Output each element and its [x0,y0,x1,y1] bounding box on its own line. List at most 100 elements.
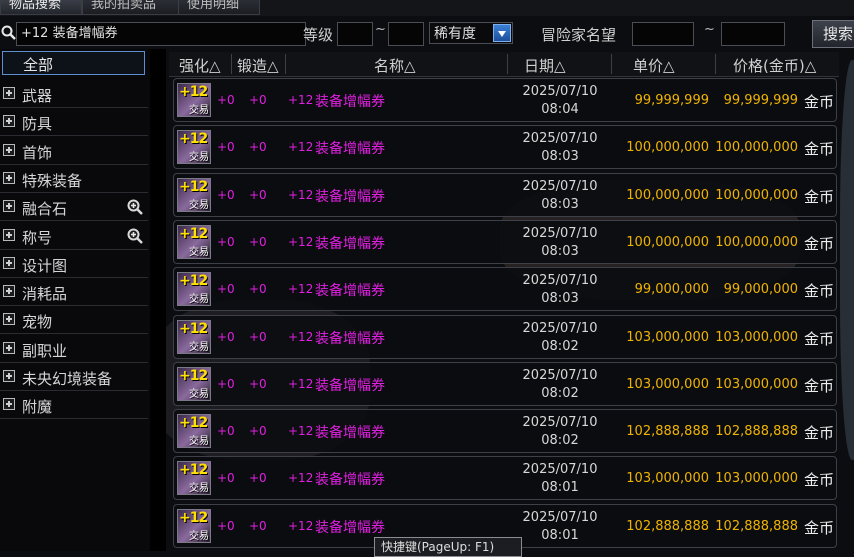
expand-plus-icon[interactable] [3,115,15,128]
sidebar-item[interactable]: 副职业 [0,336,148,363]
expand-plus-icon[interactable] [3,256,15,269]
sidebar-item[interactable]: 称号 [0,223,148,250]
table-row[interactable]: +12 交易 +0 +0 +12 装备增幅券 2025/07/10 08:03 99,000,0… [173,267,837,312]
icon-level-text: +12 [179,84,208,100]
table-row[interactable]: +12 交易 +0 +0 +12 装备增幅券 2025/07/10 08:01 103,000,… [173,456,837,501]
sidebar-item-all[interactable]: 全部 [2,51,145,75]
sidebar-item[interactable]: 首饰 [0,138,148,165]
item-ticket-icon[interactable]: +12 交易 [177,366,211,401]
rarity-dropdown[interactable]: 稀有度 [429,22,513,44]
sidebar-item[interactable]: 未央幻境装备 [0,364,148,391]
item-ticket-icon[interactable]: +12 交易 [177,319,211,354]
sidebar-item[interactable]: 武器 [0,81,148,108]
icon-trade-text: 交易 [189,483,209,495]
table-row[interactable]: +12 交易 +0 +0 +12 装备增幅券 2025/07/10 08:02 103,000,… [173,314,837,359]
cell-date-time: 08:02 [541,338,579,354]
cell-unit-price: 103,000,000 [626,471,709,487]
level-min-input[interactable] [337,22,373,46]
expand-plus-icon[interactable] [3,228,15,241]
icon-trade-text: 交易 [189,294,209,306]
table-row[interactable]: +12 交易 +0 +0 +12 装备增幅券 2025/07/10 08:04 99,999,9… [173,78,837,122]
header-date[interactable]: 日期△ [524,55,566,76]
expand-plus-icon[interactable] [3,200,15,213]
rarity-label: 稀有度 [434,26,476,42]
header-forge[interactable]: 锻造△ [237,55,279,76]
cell-item-name: 装备增幅券 [315,94,385,110]
search-button[interactable]: 搜索 [812,20,854,48]
item-ticket-icon[interactable]: +12 交易 [177,272,211,307]
table-row[interactable]: +12 交易 +0 +0 +12 装备增幅券 2025/07/10 08:02 103,000,… [173,361,837,406]
expand-plus-icon[interactable] [3,87,15,99]
sidebar-item-label: 特殊装备 [22,171,83,190]
cell-total-price: 99,000,000 [723,282,798,298]
level-max-input[interactable] [388,22,424,46]
cell-forge: +0 [249,376,267,391]
cell-total-price: 103,000,000 [715,471,798,487]
sidebar-item[interactable]: 防具 [0,109,148,137]
fame-min-input[interactable] [632,22,694,46]
fame-max-input[interactable] [721,22,785,46]
icon-trade-text: 交易 [189,246,209,258]
sidebar-item[interactable]: 融合石 [0,194,148,222]
cell-name-prefix: +12 [288,234,314,249]
cell-currency: 金币 [804,518,835,537]
expand-plus-icon[interactable] [3,398,15,411]
expand-plus-icon[interactable] [3,341,15,354]
item-ticket-icon[interactable]: +12 交易 [177,177,211,212]
cell-name-prefix: +12 [288,376,314,391]
sidebar-item-label: 武器 [22,87,53,105]
expand-plus-icon[interactable] [3,313,15,326]
sidebar-item[interactable]: 设计图 [0,251,148,278]
expand-plus-icon[interactable] [3,143,15,156]
tab-usage-details[interactable]: 使用明细 [178,0,260,15]
sidebar-item[interactable]: 特殊装备 [0,166,148,193]
cell-total-price: 102,888,888 [715,424,798,440]
sidebar-item[interactable]: 宠物 [0,307,148,335]
cell-total-price: 103,000,000 [715,329,798,345]
item-ticket-icon[interactable]: +12 交易 [177,130,211,165]
table-row[interactable]: +12 交易 +0 +0 +12 装备增幅券 2025/07/10 08:03 100,000,… [173,125,837,170]
tab-item-search[interactable]: 物品搜索 [0,0,82,15]
table-row[interactable]: +12 交易 +0 +0 +12 装备增幅券 2025/07/10 08:03 100,000,… [173,172,837,217]
icon-trade-text: 交易 [189,530,209,542]
cell-date-day: 2025/07/10 [522,415,598,431]
header-name[interactable]: 名称△ [374,55,416,76]
cell-forge: +0 [249,471,267,486]
results-table: 强化△ 锻造△ 名称△ 日期△ 单价△ 价格(金币)△ +12 交易 +0 +0 +12… [169,52,839,551]
item-ticket-icon[interactable]: +12 交易 [177,414,211,449]
sidebar-item-label: 消耗品 [22,285,68,304]
table-row[interactable]: +12 交易 +0 +0 +12 装备增幅券 2025/07/10 08:03 100,000,… [173,219,837,264]
item-ticket-icon[interactable]: +12 交易 [177,461,211,496]
item-ticket-icon[interactable]: +12 交易 [177,508,211,543]
header-total-price[interactable]: 价格(金币)△ [733,55,816,76]
header-unit-price[interactable]: 单价△ [633,55,675,76]
cell-total-price: 102,888,888 [715,518,798,534]
cell-date-day: 2025/07/10 [522,273,598,289]
cell-currency: 金币 [804,471,835,490]
sidebar-item[interactable]: 附魔 [0,392,148,420]
zoom-in-icon[interactable] [126,198,144,216]
cell-forge: +0 [249,424,267,439]
cell-name-prefix: +12 [288,424,314,439]
header-enhance[interactable]: 强化△ [179,55,221,76]
search-input[interactable] [16,22,306,46]
chevron-down-icon[interactable] [493,24,511,42]
tab-my-auctions[interactable]: 我的拍卖品 [82,0,180,15]
expand-plus-icon[interactable] [3,285,15,298]
expand-plus-icon[interactable] [3,370,15,382]
cell-forge: +0 [249,329,267,344]
icon-level-text: +12 [179,462,208,479]
table-header: 强化△ 锻造△ 名称△ 日期△ 单价△ 价格(金币)△ [169,52,839,77]
item-ticket-icon[interactable]: +12 交易 [177,83,211,117]
cell-unit-price: 103,000,000 [626,329,709,345]
cell-date: 2025/07/10 08:03 [510,130,610,166]
item-ticket-icon[interactable]: +12 交易 [177,224,211,259]
cell-enhance: +0 [217,424,235,439]
cell-enhance: +0 [217,187,235,202]
cell-enhance: +0 [217,282,235,297]
sidebar-item[interactable]: 消耗品 [0,279,148,307]
table-row[interactable]: +12 交易 +0 +0 +12 装备增幅券 2025/07/10 08:02 102,888,… [173,409,837,454]
cell-date: 2025/07/10 08:03 [510,272,610,308]
zoom-in-icon[interactable] [126,227,144,245]
expand-plus-icon[interactable] [3,171,15,184]
